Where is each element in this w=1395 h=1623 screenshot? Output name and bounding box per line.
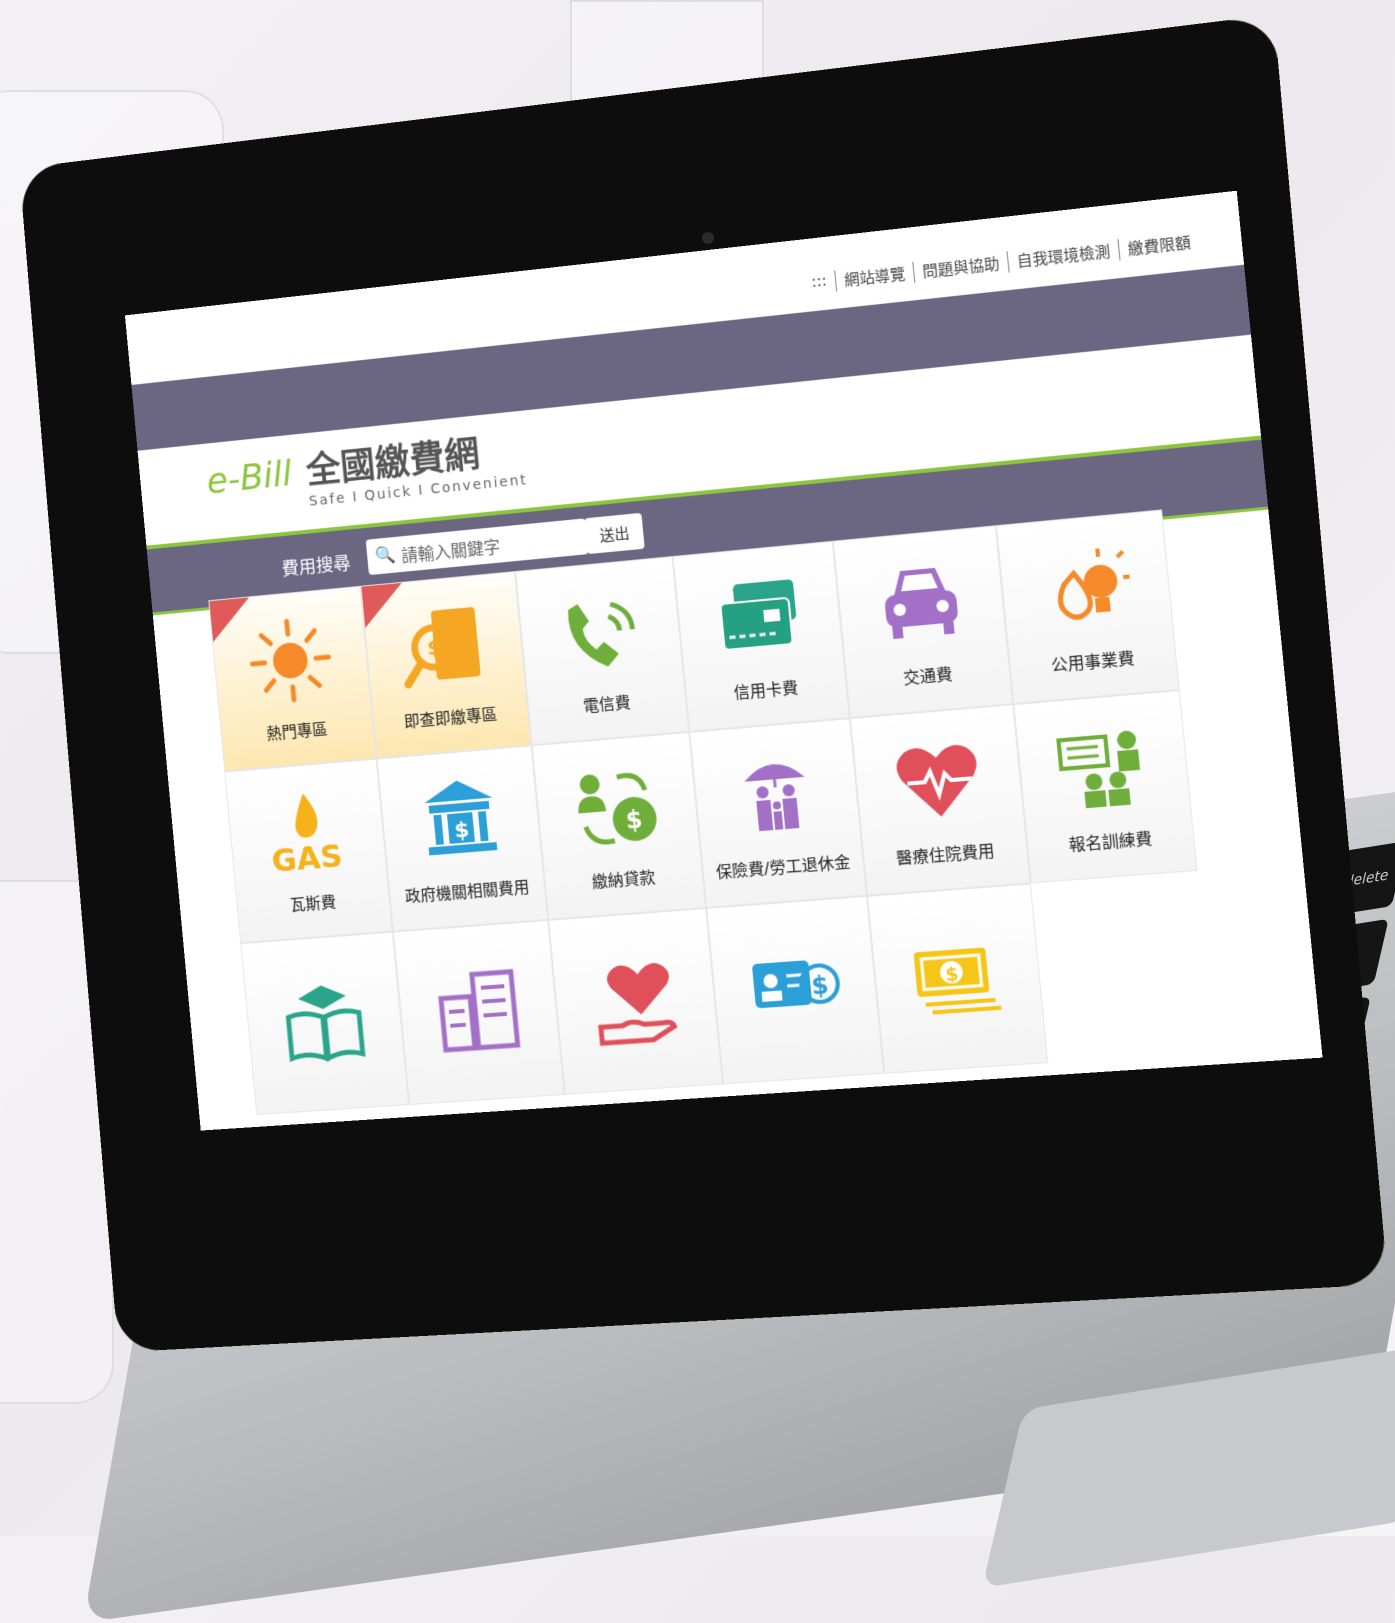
search-icon: 🔍 — [374, 544, 397, 567]
screen: ::: 網站導覽 問題與協助 自我環境檢測 繳費限額 e-Bill 全國繳費網 Safe… — [124, 190, 1323, 1131]
gas-icon: GAS — [260, 785, 354, 884]
svg-text:$: $ — [810, 971, 830, 1001]
training-icon — [1052, 718, 1155, 822]
category-tile[interactable] — [548, 908, 724, 1095]
category-label: 報名訓練費 — [1067, 828, 1154, 855]
category-label: 醫療住院費用 — [895, 841, 996, 869]
category-tile[interactable]: 信用卡費 — [672, 540, 850, 732]
category-label: 政府機關相關費用 — [404, 877, 531, 906]
loan-icon: $ — [568, 759, 666, 860]
category-tile[interactable]: $ 政府機關相關費用 — [376, 745, 549, 932]
category-label: 熱門專區 — [265, 719, 329, 744]
camera — [702, 232, 714, 244]
category-tile[interactable]: 保險費/勞工退休金 — [689, 718, 868, 909]
category-label: 保險費/勞工退休金 — [715, 852, 852, 882]
phone-icon — [552, 583, 650, 685]
category-tile[interactable]: $ 即查即繳專區 — [360, 571, 532, 759]
category-tile[interactable]: $ 繳納貸款 — [531, 731, 707, 920]
hot-ribbon — [361, 582, 406, 628]
category-tile[interactable]: $ — [867, 883, 1049, 1074]
category-label: 即查即繳專區 — [403, 704, 499, 732]
government-icon: $ — [412, 772, 508, 872]
category-grid: 熱門專區 $ 即查即繳專區 電信費 信用卡費 交通費 公用事業費 GAS 瓦斯費 $ 政府機關相關費… — [208, 509, 1215, 1116]
top-nav-link[interactable]: 自我環境檢測 — [1006, 239, 1120, 273]
sun-icon — [244, 613, 338, 713]
category-label: 電信費 — [582, 692, 632, 716]
category-tile[interactable]: 電信費 — [515, 556, 690, 746]
id-card-icon: $ — [745, 940, 845, 1041]
category-tile[interactable] — [240, 931, 410, 1116]
hot-ribbon — [209, 597, 253, 643]
svg-text:$: $ — [453, 817, 470, 843]
category-label: 交通費 — [902, 664, 954, 689]
category-tile[interactable]: GAS 瓦斯費 — [224, 758, 393, 944]
building-icon — [430, 963, 526, 1062]
category-tile[interactable]: 公用事業費 — [995, 509, 1180, 705]
svg-text:$: $ — [945, 964, 960, 986]
category-tile[interactable]: $ — [706, 895, 885, 1085]
donation-icon — [586, 952, 684, 1052]
education-icon — [277, 975, 372, 1073]
bill-search-icon: $ — [396, 598, 492, 699]
top-nav-link[interactable]: ::: — [803, 270, 836, 295]
category-tile[interactable]: 交通費 — [832, 525, 1014, 719]
car-icon — [870, 553, 971, 657]
category-tile[interactable]: 報名訓練費 — [1013, 689, 1198, 884]
category-tile[interactable]: 熱門專區 — [208, 585, 377, 772]
category-label: 繳納貸款 — [591, 867, 657, 892]
top-nav-link[interactable]: 問題與協助 — [912, 251, 1009, 283]
category-label: 瓦斯費 — [289, 892, 337, 915]
category-label: 信用卡費 — [732, 678, 799, 703]
top-nav-link[interactable]: 繳費限額 — [1117, 230, 1201, 261]
cash-icon: $ — [907, 928, 1008, 1030]
category-tile[interactable] — [392, 919, 565, 1106]
utility-icon — [1034, 537, 1137, 642]
category-tile[interactable]: 醫療住院費用 — [849, 704, 1031, 896]
search-placeholder: 請輸入關鍵字 — [400, 537, 502, 567]
svg-text:$: $ — [625, 805, 644, 835]
search-submit-button[interactable]: 送出 — [584, 512, 645, 555]
svg-text:GAS: GAS — [270, 838, 344, 880]
svg-text:$: $ — [426, 636, 442, 660]
category-label: 公用事業費 — [1050, 648, 1136, 676]
top-nav-link[interactable]: 網站導覽 — [834, 261, 915, 292]
logo-ebill: e-Bill — [204, 453, 294, 503]
heart-icon — [888, 732, 989, 835]
credit-card-icon — [710, 568, 809, 671]
insurance-icon — [726, 745, 825, 847]
